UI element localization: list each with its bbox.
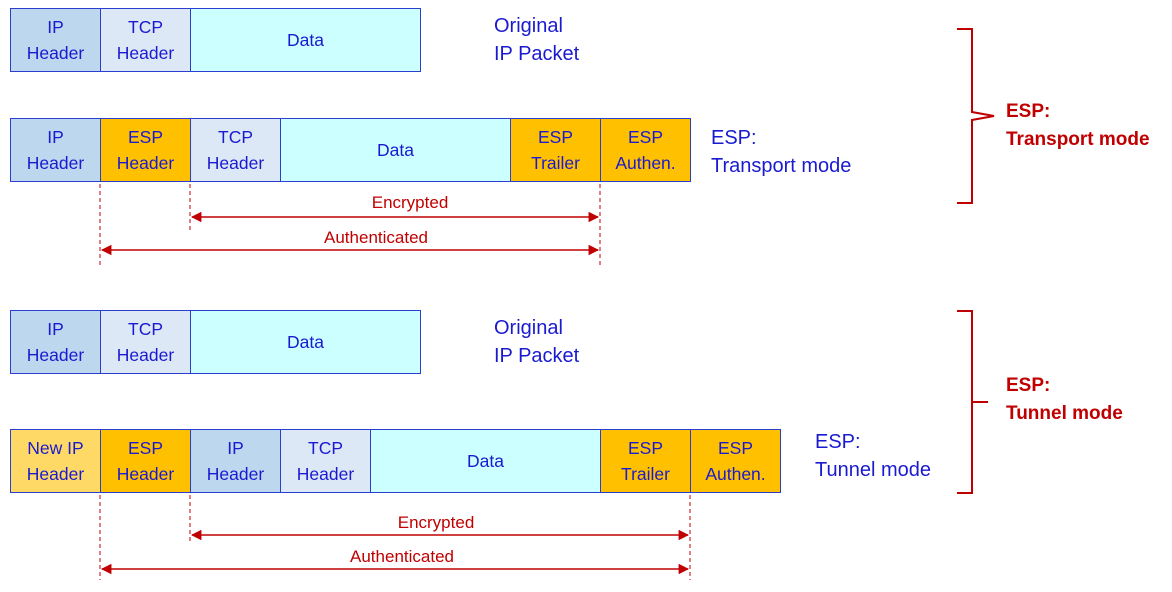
bracket-transport <box>957 28 995 204</box>
bracket-tunnel <box>957 310 988 494</box>
diagram-overlay <box>99 28 995 580</box>
